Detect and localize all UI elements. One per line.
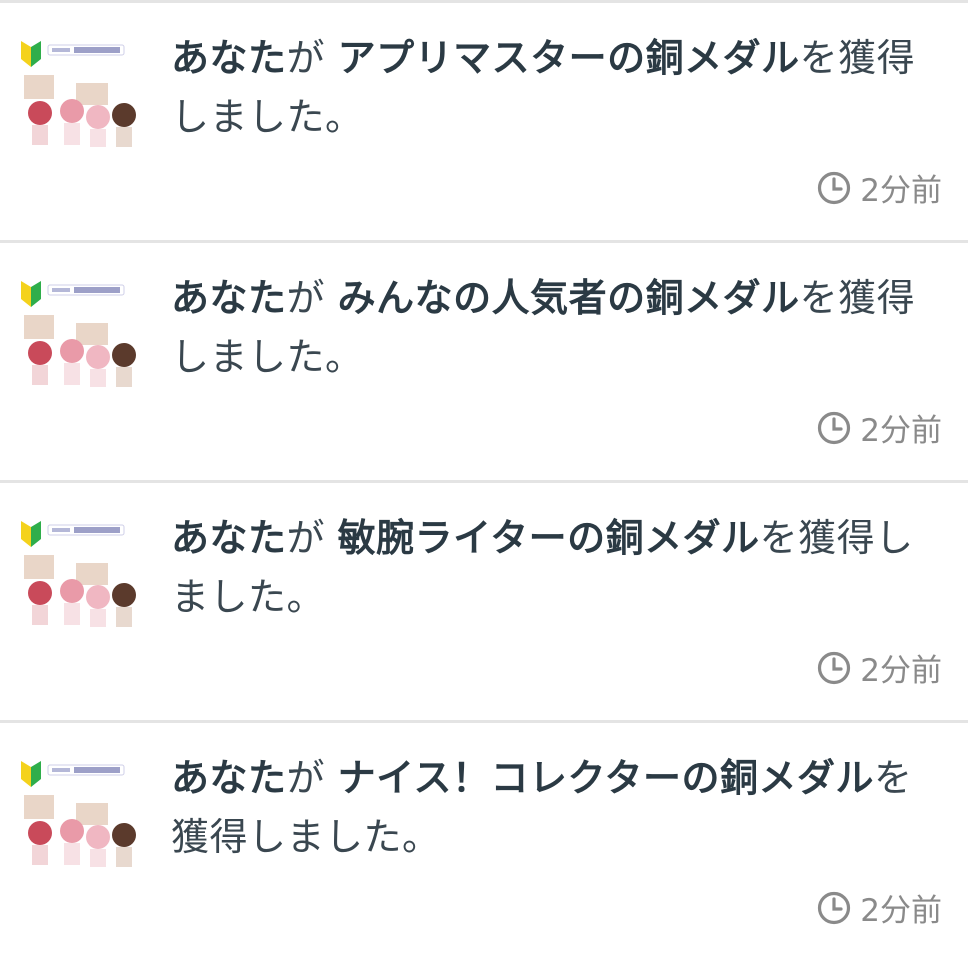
notification-message: あなたが 敏腕ライターの銅メダルを獲得しました。: [171, 509, 941, 627]
avatar: [18, 755, 142, 871]
timestamp: 2分前: [816, 645, 942, 690]
notification-particle: が: [286, 36, 326, 80]
avatar: [18, 275, 142, 391]
timestamp: 2分前: [816, 885, 942, 930]
notification-item[interactable]: あなたが みんなの人気者の銅メダルを獲得しました。 2分前: [0, 243, 968, 483]
notification-badge-name[interactable]: 敏腕ライターの銅メダル: [338, 516, 760, 560]
notification-particle: が: [286, 276, 326, 320]
timestamp-text: 2分前: [860, 653, 942, 689]
notification-message: あなたが ナイス！コレクターの銅メダルを獲得しました。: [171, 749, 941, 867]
timestamp: 2分前: [816, 165, 942, 210]
notification-item[interactable]: あなたが アプリマスターの銅メダルを獲得しました。 2分前: [0, 3, 968, 243]
notification-badge-name[interactable]: アプリマスターの銅メダル: [338, 36, 800, 80]
timestamp-text: 2分前: [860, 413, 942, 449]
notification-badge-name[interactable]: ナイス！コレクターの銅メダル: [338, 756, 874, 800]
notification-item[interactable]: あなたが 敏腕ライターの銅メダルを獲得しました。 2分前: [0, 483, 968, 723]
notification-message: あなたが アプリマスターの銅メダルを獲得しました。: [171, 29, 941, 147]
avatar: [18, 35, 142, 151]
notification-actor: あなた: [171, 36, 287, 80]
notification-item[interactable]: あなたが ナイス！コレクターの銅メダルを獲得しました。 2分前: [0, 723, 968, 960]
clock-icon: [818, 171, 851, 204]
timestamp-text: 2分前: [860, 173, 942, 209]
clock-icon: [818, 651, 851, 684]
notification-particle: が: [286, 756, 326, 800]
notification-actor: あなた: [171, 276, 287, 320]
beginner-mark-icon: [18, 515, 142, 631]
beginner-mark-icon: [18, 755, 142, 871]
avatar: [18, 515, 142, 631]
beginner-mark-icon: [18, 275, 142, 391]
notification-actor: あなた: [171, 756, 287, 800]
clock-icon: [818, 891, 851, 924]
notification-actor: あなた: [171, 516, 287, 560]
notification-badge-name[interactable]: みんなの人気者の銅メダル: [338, 276, 800, 320]
timestamp-text: 2分前: [860, 893, 942, 929]
notification-list: あなたが アプリマスターの銅メダルを獲得しました。 2分前 あなたが みんなの人…: [0, 3, 968, 960]
notification-message: あなたが みんなの人気者の銅メダルを獲得しました。: [171, 269, 941, 387]
clock-icon: [818, 411, 851, 444]
timestamp: 2分前: [816, 405, 942, 450]
notification-particle: が: [286, 516, 326, 560]
beginner-mark-icon: [18, 35, 142, 151]
